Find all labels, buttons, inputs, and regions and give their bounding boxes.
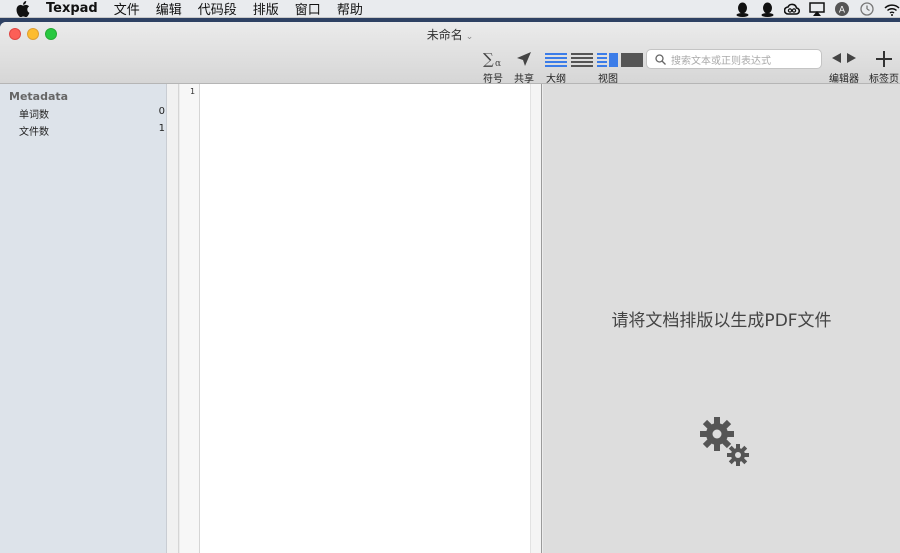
svg-text:∑: ∑ [483,50,494,68]
send-icon [515,48,533,70]
menu-app-name[interactable]: Texpad [46,1,98,16]
view-label: 视图 [598,74,618,85]
word-count-label: 单词数 [19,110,49,121]
metadata-heading: Metadata [9,90,69,103]
editor-label: 编辑器 [829,74,859,85]
user-circle-icon[interactable]: A [834,1,850,17]
menu-edit[interactable]: 编辑 [156,0,182,18]
typeset-prompt: 请将文档排版以生成PDF文件 [611,311,832,331]
word-count-row: 单词数 0 [19,106,165,121]
forward-arrow-icon[interactable] [847,52,856,66]
title-toolbar: 未命名 ⌄ ∑ α 符号 共享 大纲 视图 搜索文本或正则表达式 编辑器 标签页 [0,22,900,85]
back-arrow-icon[interactable] [832,52,841,66]
outline-label: 大纲 [546,74,566,85]
view-mode-icons[interactable] [571,51,645,67]
plus-icon [876,48,892,70]
source-editor[interactable] [200,84,530,553]
search-field[interactable]: 搜索文本或正则表达式 [646,49,822,69]
time-machine-icon[interactable] [859,1,875,17]
texpad-window: 未命名 ⌄ ∑ α 符号 共享 大纲 视图 搜索文本或正则表达式 编辑器 标签页… [0,22,900,553]
menu-bar: Texpad 文件 编辑 代码段 排版 窗口 帮助 A [0,0,900,18]
document-title: 未命名 [426,28,463,42]
outline-button[interactable]: 大纲 [545,48,567,85]
symbols-label: 符号 [483,74,503,85]
new-tab-button[interactable]: 标签页 [869,48,899,85]
pdf-preview-pane: 请将文档排版以生成PDF文件 [543,84,900,553]
svg-text:A: A [839,6,846,16]
menu-file[interactable]: 文件 [114,0,140,18]
search-icon [655,53,666,65]
line-number: 1 [190,87,196,96]
fold-gutter [167,84,179,553]
file-count-label: 文件数 [19,127,49,138]
airplay-icon[interactable] [809,1,825,17]
menu-help[interactable]: 帮助 [337,0,363,18]
window-title[interactable]: 未命名 ⌄ [0,26,900,43]
sigma-icon: ∑ α [482,48,504,70]
search-placeholder: 搜索文本或正则表达式 [671,55,771,67]
share-button[interactable]: 共享 [514,48,534,85]
file-count-row: 文件数 1 [19,123,165,138]
gears-icon [697,414,753,470]
qq-icon-2[interactable] [759,1,775,17]
menu-window[interactable]: 窗口 [295,0,321,18]
svg-text:α: α [495,59,501,68]
chevron-down-icon: ⌄ [465,32,474,42]
share-label: 共享 [514,74,534,85]
outline-icon [545,48,567,70]
symbols-button[interactable]: ∑ α 符号 [482,48,504,85]
apple-menu-icon[interactable] [16,0,32,17]
line-number-gutter: 1 [180,84,200,553]
editor-scrollbar[interactable] [530,84,542,553]
menu-typeset[interactable]: 排版 [253,0,279,18]
word-count-value: 0 [158,106,165,117]
metadata-sidebar: Metadata 单词数 0 文件数 1 [0,84,167,553]
status-area: A [725,0,900,18]
menu-snippets[interactable]: 代码段 [198,0,237,18]
file-count-value: 1 [158,123,165,134]
view-icons [571,48,645,70]
editor-nav: 编辑器 [829,48,859,85]
wifi-icon[interactable] [884,1,900,17]
creative-cloud-icon[interactable] [784,1,800,17]
view-group: 视图 [571,48,645,85]
qq-icon[interactable] [734,1,750,17]
tab-label: 标签页 [869,74,899,85]
editor-arrows [832,48,856,70]
